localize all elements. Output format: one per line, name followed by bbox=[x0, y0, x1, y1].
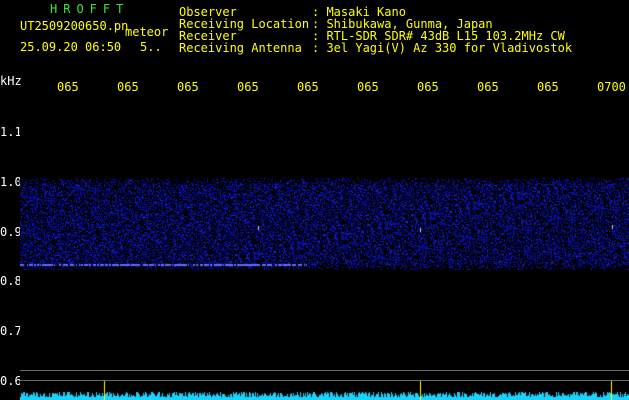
time-tick-label: 0700 bbox=[597, 80, 626, 94]
antenna-value: : 3el Yagi(V) Az 330 for Vladivostok bbox=[312, 41, 573, 55]
baseline-divider bbox=[20, 370, 629, 371]
antenna-label: Receiving Antenna bbox=[179, 41, 302, 55]
frequency-tick-label: 1.0 bbox=[0, 175, 22, 189]
time-tick-label: 065 bbox=[417, 80, 439, 94]
spectrogram-canvas bbox=[20, 98, 629, 400]
count-label: 5.. bbox=[140, 40, 162, 54]
frequency-tick-label: 1.1 bbox=[0, 125, 22, 139]
time-tick-label: 065 bbox=[237, 80, 259, 94]
time-tick-label: 065 bbox=[177, 80, 199, 94]
frequency-tick-label: 0.6 bbox=[0, 374, 22, 388]
time-tick-label: 065 bbox=[357, 80, 379, 94]
time-tick-label: 065 bbox=[117, 80, 139, 94]
frequency-unit-label: kHz bbox=[0, 74, 22, 88]
frequency-tick-label: 0.9 bbox=[0, 225, 22, 239]
hrofft-logo: HROFFT bbox=[50, 2, 130, 16]
time-tick-label: 065 bbox=[477, 80, 499, 94]
mode-label: meteor bbox=[125, 25, 169, 39]
frequency-tick-label: 0.8 bbox=[0, 274, 22, 288]
hrofft-spectrogram-window: HROFFT UT2509200650.pn meteor 25.09.20 0… bbox=[0, 0, 629, 400]
time-tick-label: 065 bbox=[297, 80, 319, 94]
frequency-tick-label: 0.7 bbox=[0, 324, 22, 338]
filename-label: UT2509200650.pn bbox=[20, 19, 129, 33]
baseline-divider bbox=[20, 380, 629, 381]
time-tick-label: 065 bbox=[57, 80, 79, 94]
datetime-label: 25.09.20 06:50 bbox=[20, 40, 122, 54]
time-tick-label: 065 bbox=[537, 80, 559, 94]
